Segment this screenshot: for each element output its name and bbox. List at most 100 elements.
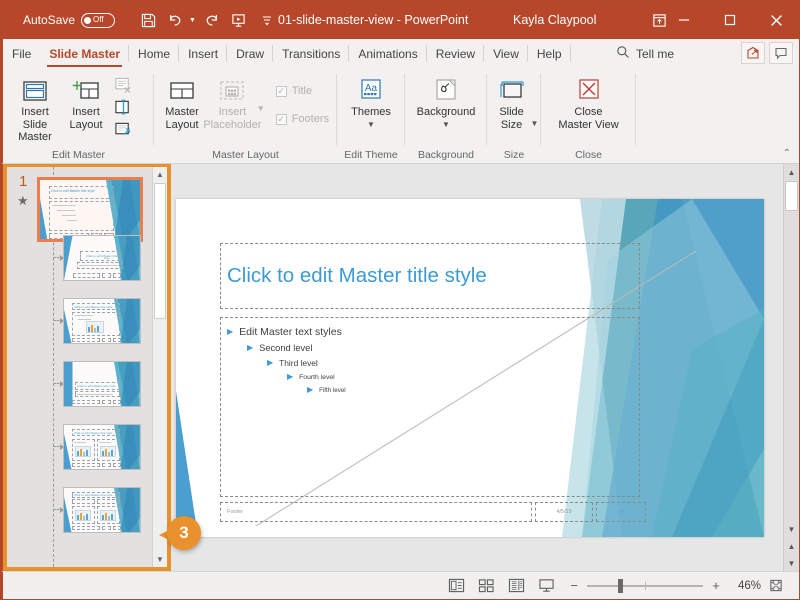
- tab-review[interactable]: Review: [427, 39, 485, 68]
- close-master-view-button[interactable]: Close Master View: [547, 74, 630, 133]
- slide-number-placeholder[interactable]: ‹#›: [596, 502, 646, 522]
- tab-view[interactable]: View: [484, 39, 528, 68]
- slide-edit-pane[interactable]: Click to edit Master title style ▶ Edit …: [171, 164, 799, 571]
- bullet-triangle-icon: ▶: [267, 358, 274, 367]
- title-placeholder[interactable]: Click to edit Master title style: [220, 243, 640, 309]
- start-presentation-icon[interactable]: [226, 7, 252, 33]
- undo-dropdown-icon[interactable]: ▼: [189, 17, 196, 24]
- tab-home[interactable]: Home: [129, 39, 180, 68]
- slide-scroll-up-icon[interactable]: ▲: [784, 164, 799, 180]
- reading-view-button[interactable]: [501, 575, 531, 597]
- zoom-slider[interactable]: [587, 578, 703, 593]
- undo-icon[interactable]: [163, 7, 189, 33]
- rename-layout-icon[interactable]: [111, 97, 135, 118]
- zoom-in-button[interactable]: +: [709, 579, 723, 592]
- zoom-control[interactable]: − +: [567, 578, 723, 593]
- work-area: 1 ★ Click to edit Master title style Cli…: [1, 164, 799, 571]
- slide-pane-scrollbar[interactable]: ▲ ▼ ▲ ▼: [783, 164, 799, 571]
- ribbon-tab-bar: File Slide Master Home Insert Draw Trans…: [1, 39, 799, 68]
- mini-slide-title-content: Click to edit Master title style: [64, 299, 140, 343]
- tab-animations[interactable]: Animations: [349, 39, 428, 68]
- status-bar: − + 46%: [1, 571, 799, 599]
- slide-scroll-down-icon[interactable]: ▼: [784, 521, 799, 537]
- mini-slide-master: Click to edit Master title style: [40, 180, 140, 239]
- insert-layout-button[interactable]: Insert Layout: [64, 74, 108, 133]
- autosave-toggle[interactable]: Off: [81, 12, 116, 28]
- slide-sorter-button[interactable]: [471, 575, 501, 597]
- tab-transitions[interactable]: Transitions: [273, 39, 350, 68]
- body-placeholder[interactable]: ▶ Edit Master text styles ▶ Second level…: [220, 317, 640, 497]
- background-dropdown-icon[interactable]: ▼: [442, 119, 450, 132]
- save-icon[interactable]: [135, 7, 161, 33]
- tab-help[interactable]: Help: [528, 39, 571, 68]
- customize-qat-icon[interactable]: [254, 7, 280, 33]
- zoom-percent-label[interactable]: 46%: [729, 580, 761, 592]
- close-button[interactable]: [753, 1, 799, 39]
- preserve-master-icon[interactable]: [111, 119, 135, 140]
- thumbnail-scrollbar[interactable]: ▲ ▼: [152, 167, 167, 567]
- body-level-4-text: Fourth level: [299, 373, 335, 381]
- previous-slide-icon[interactable]: ▲: [784, 538, 799, 554]
- bullet-triangle-icon: ▶: [307, 385, 314, 394]
- tab-draw[interactable]: Draw: [227, 39, 274, 68]
- comments-button[interactable]: [769, 42, 793, 64]
- ribbon-group-close: Close Master View Close: [541, 68, 636, 163]
- maximize-button[interactable]: [707, 1, 753, 39]
- redo-icon[interactable]: [198, 7, 224, 33]
- tab-insert[interactable]: Insert: [179, 39, 228, 68]
- autosave-state-label: Off: [93, 15, 104, 24]
- bullet-triangle-icon: ▶: [287, 372, 294, 381]
- minimize-button[interactable]: [661, 1, 707, 39]
- thumbnail-scroll-thumb[interactable]: [154, 183, 166, 319]
- ribbon-group-edit-master: Insert Slide Master Insert Layout Edit M…: [3, 68, 154, 163]
- body-level-2: ▶ Second level: [247, 343, 633, 353]
- body-level-5: ▶ Fifth level: [307, 386, 633, 394]
- zoom-slider-handle[interactable]: [618, 578, 623, 593]
- insert-placeholder-button[interactable]: Insert Placeholder: [203, 74, 261, 133]
- slide-show-button[interactable]: [531, 575, 561, 597]
- slide-scroll-thumb[interactable]: [785, 181, 798, 211]
- slide-thumbnail-pane: 1 ★ Click to edit Master title style Cli…: [3, 164, 171, 571]
- insert-slide-master-button[interactable]: Insert Slide Master: [9, 74, 61, 146]
- title-checkbox[interactable]: ✓ Title: [274, 82, 331, 100]
- footers-checkbox[interactable]: ✓ Footers: [274, 110, 331, 128]
- quick-access-toolbar: ▼: [135, 7, 280, 33]
- tab-slide-master[interactable]: Slide Master: [40, 39, 129, 68]
- bullet-triangle-icon: ▶: [227, 327, 234, 336]
- collapse-ribbon-icon[interactable]: ⌃: [783, 148, 791, 159]
- insert-layout-label: Insert Layout: [69, 106, 103, 131]
- master-layout-button[interactable]: Master Layout: [160, 74, 204, 133]
- slide-master-canvas[interactable]: Click to edit Master title style ▶ Edit …: [176, 199, 764, 537]
- normal-view-button[interactable]: [441, 575, 471, 597]
- thumbnail-layout-two-content[interactable]: Click to edit Master title style: [63, 424, 141, 470]
- tab-file[interactable]: File: [3, 39, 40, 68]
- thumbnail-layout-section-header[interactable]: Click to edit Master title style: [63, 361, 141, 407]
- document-title: 01-slide-master-view - PowerPoint: [278, 13, 469, 27]
- tell-me-box[interactable]: Tell me: [616, 39, 674, 68]
- background-styles-button[interactable]: Background ▼: [411, 74, 481, 133]
- thumbnail-connector: [53, 444, 64, 450]
- slide-number-text: ‹#›: [617, 509, 625, 515]
- zoom-out-button[interactable]: −: [567, 579, 581, 592]
- thumbnail-layout-title[interactable]: Click to edit Master title style: [63, 235, 141, 281]
- delete-layout-icon[interactable]: [111, 75, 135, 96]
- thumbnail-scroll-up-icon[interactable]: ▲: [153, 167, 167, 182]
- thumbnail-slide-master[interactable]: Click to edit Master title style: [37, 177, 143, 242]
- footer-placeholder[interactable]: Footer: [220, 502, 532, 522]
- themes-button[interactable]: Aa Themes ▼: [343, 74, 399, 133]
- insert-slide-master-label: Insert Slide Master: [18, 106, 52, 143]
- themes-dropdown-icon[interactable]: ▼: [367, 119, 375, 132]
- slide-size-dropdown-icon[interactable]: ▼: [531, 74, 539, 128]
- autosave-control[interactable]: AutoSave Off: [23, 12, 116, 28]
- ribbon-group-title-edit-theme: Edit Theme: [344, 149, 398, 161]
- share-button[interactable]: [741, 42, 765, 64]
- insert-placeholder-dropdown-icon[interactable]: ▼: [257, 74, 265, 113]
- thumbnail-layout-title-content[interactable]: Click to edit Master title style: [63, 298, 141, 344]
- next-slide-icon[interactable]: ▼: [784, 555, 799, 571]
- date-placeholder[interactable]: 4/5/19: [535, 502, 593, 522]
- thumbnail-layout-comparison[interactable]: Click to edit Master title style: [63, 487, 141, 533]
- ribbon-group-master-layout: Master Layout Insert Placeholder ▼ ✓ Tit…: [154, 68, 337, 163]
- slide-thumbnail-list[interactable]: 1 ★ Click to edit Master title style Cli…: [7, 167, 152, 567]
- slide-size-button[interactable]: Slide Size: [490, 74, 534, 133]
- fit-slide-to-window-button[interactable]: [761, 575, 791, 597]
